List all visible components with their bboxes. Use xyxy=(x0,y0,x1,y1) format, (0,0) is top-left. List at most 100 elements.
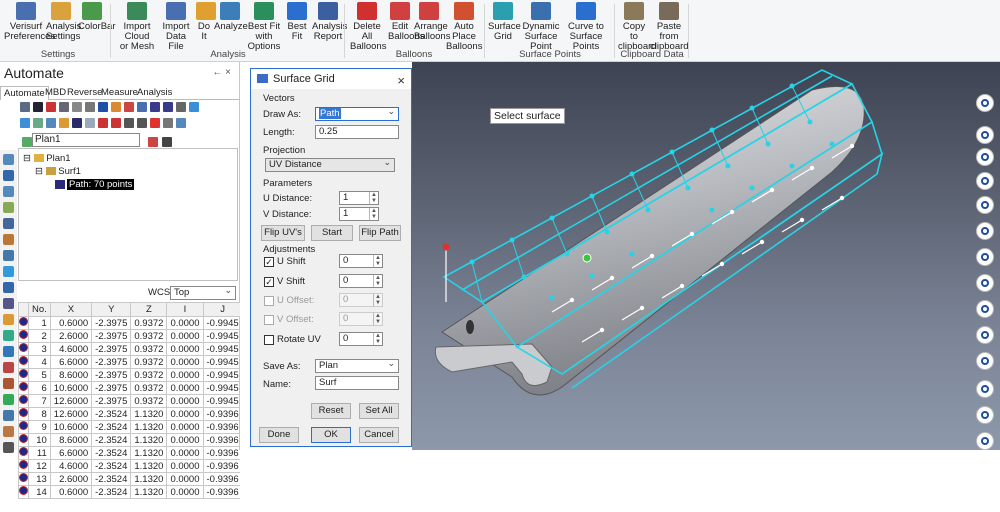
v-offset-input[interactable]: 0 ▲ ▼ xyxy=(339,312,383,326)
table-row[interactable]: 116.6000-2.35241.13200.0000-0.93960.3423 xyxy=(18,446,240,460)
best-fit-button[interactable]: Best Fit xyxy=(284,2,310,46)
view-tool-section[interactable] xyxy=(976,326,994,344)
column-header[interactable]: Y xyxy=(91,302,132,317)
table-row[interactable]: 58.6000-2.39750.93720.0000-0.99450.1050 xyxy=(18,368,240,382)
table-row[interactable]: 132.6000-2.35241.13200.0000-0.93960.3423 xyxy=(18,472,240,486)
edit-balloons-button[interactable]: Edit Balloons xyxy=(388,2,424,46)
table-row[interactable]: 910.6000-2.35241.13200.0000-0.93960.3423 xyxy=(18,420,240,434)
table-row[interactable]: 46.6000-2.39750.93720.0000-0.99450.1050 xyxy=(18,355,240,369)
view-tool-circle[interactable] xyxy=(976,148,994,166)
u-distance-input[interactable]: 1 ▲ ▼ xyxy=(339,191,379,205)
close-icon[interactable]: × xyxy=(397,71,405,91)
v-shift-checkbox[interactable]: ✓ xyxy=(264,277,274,287)
v-distance-input[interactable]: 1 ▲ ▼ xyxy=(339,207,379,221)
analysis-report-button[interactable]: Analysis Report xyxy=(312,2,347,46)
spinner-icon[interactable]: ▲ ▼ xyxy=(373,275,382,287)
reset-button[interactable]: Reset xyxy=(311,403,351,419)
tree-node-plan[interactable]: ⊟ Plan1 xyxy=(23,153,71,164)
view-tool-cube[interactable] xyxy=(976,196,994,214)
projection-select[interactable]: UV Distance xyxy=(265,156,395,172)
u-shift-checkbox[interactable]: ✓ xyxy=(264,257,274,267)
view-tool-stack[interactable] xyxy=(976,432,994,450)
view-tool-pan[interactable] xyxy=(976,126,994,144)
table-row[interactable]: 712.6000-2.39750.93720.0000-0.99450.1050 xyxy=(18,394,240,408)
auto-place-balloons-button[interactable]: Auto Place Balloons xyxy=(446,2,482,52)
view-tool-wireframe[interactable] xyxy=(976,406,994,424)
tree-node-surf[interactable]: ⊟ Surf1 xyxy=(35,166,81,177)
save-as-select[interactable]: Plan xyxy=(315,357,399,373)
view-tool-rotate[interactable] xyxy=(976,94,994,112)
table-row[interactable]: 10.6000-2.39750.93720.0000-0.99450.1050 xyxy=(18,316,240,330)
length-input[interactable]: 0.25 xyxy=(315,125,399,139)
copy-clipboard-button[interactable]: Copy to clipboard xyxy=(618,2,657,52)
ok-button[interactable]: OK xyxy=(311,427,351,443)
group-label-analysis: Analysis xyxy=(210,49,246,60)
tree-node-path[interactable]: Path: 70 points xyxy=(55,179,135,190)
column-header[interactable]: I xyxy=(166,302,204,317)
view-tool-measure[interactable] xyxy=(976,222,994,240)
table-row[interactable]: 812.6000-2.35241.13200.0000-0.93960.3423 xyxy=(18,407,240,421)
rotate-uv-input[interactable]: 0 ▲ ▼ xyxy=(339,332,383,346)
column-header[interactable]: X xyxy=(49,302,93,317)
dynamic-surface-point-button[interactable]: Dynamic Surface Point xyxy=(520,2,562,52)
view-tool-zoom[interactable] xyxy=(976,172,994,190)
column-header[interactable]: No. xyxy=(28,302,51,317)
table-row[interactable]: 140.6000-2.35241.13200.0000-0.93960.3423 xyxy=(18,485,240,499)
column-header[interactable]: Z xyxy=(130,302,168,317)
table-row[interactable]: 22.6000-2.39750.93720.0000-0.99450.1050 xyxy=(18,329,240,343)
column-header[interactable]: J xyxy=(202,302,240,317)
spinner-icon[interactable]: ▲ ▼ xyxy=(373,255,382,267)
panel-pin-close[interactable]: ← × xyxy=(212,67,231,78)
table-row[interactable]: 108.6000-2.35241.13200.0000-0.93960.3423 xyxy=(18,433,240,447)
colorbar-button[interactable]: ColorBar xyxy=(78,2,116,46)
flip-path-button[interactable]: Flip Path xyxy=(359,225,401,241)
paste-clipboard-button[interactable]: Paste from clipboard xyxy=(650,2,689,52)
best-fit-options-button[interactable]: Best Fit with Options xyxy=(246,2,282,52)
v-offset-checkbox[interactable] xyxy=(264,315,274,325)
table-cell: 4.6000 xyxy=(49,459,93,473)
import-cloud-button[interactable]: Import Cloud or Mesh xyxy=(114,2,160,52)
spinner-icon[interactable]: ▲ ▼ xyxy=(369,192,378,204)
draw-as-select[interactable]: Path xyxy=(315,105,399,121)
preferences-button[interactable]: Verisurf Preferences xyxy=(4,2,55,46)
cancel-button[interactable]: Cancel xyxy=(359,427,399,443)
curve-surface-points-button[interactable]: Curve to Surface Points xyxy=(562,2,610,52)
v-shift-input[interactable]: 0 ▲ ▼ xyxy=(339,274,383,288)
set-all-button[interactable]: Set All xyxy=(359,403,399,419)
view-tool-fit[interactable] xyxy=(976,380,994,398)
table-cell: -2.3524 xyxy=(91,485,132,499)
do-it-button[interactable]: Do It xyxy=(196,2,216,46)
view-tool-shaded[interactable] xyxy=(976,352,994,370)
u-offset-checkbox[interactable] xyxy=(264,296,274,306)
table-row[interactable]: 124.6000-2.35241.13200.0000-0.93960.3423 xyxy=(18,459,240,473)
import-data-button[interactable]: Import Data File xyxy=(160,2,192,52)
arrange-balloons-button[interactable]: Arrange Balloons xyxy=(414,2,450,46)
table-row[interactable]: 34.6000-2.39750.93720.0000-0.99450.1050 xyxy=(18,342,240,356)
u-shift-input[interactable]: 0 ▲ ▼ xyxy=(339,254,383,268)
surface-grid-dialog: Surface Grid × Vectors Draw As: Path Len… xyxy=(250,68,412,447)
start-button[interactable]: Start xyxy=(311,225,353,241)
table-row[interactable]: 610.6000-2.39750.93720.0000-0.99450.1050 xyxy=(18,381,240,395)
u-offset-input[interactable]: 0 ▲ ▼ xyxy=(339,293,383,307)
view-tool-solid[interactable] xyxy=(976,300,994,318)
analysis-settings-button[interactable]: Analysis Settings xyxy=(46,2,81,46)
point-status-icon xyxy=(18,485,29,499)
table-cell: -0.9396 xyxy=(202,459,240,473)
view-tool-layers[interactable] xyxy=(976,248,994,266)
surface-grid-button[interactable]: Surface Grid xyxy=(488,2,521,46)
spinner-icon[interactable]: ▲ ▼ xyxy=(373,333,382,345)
tab-analysis[interactable]: Analysis xyxy=(134,86,175,100)
table-cell: 0.9372 xyxy=(130,394,168,408)
rotate-uv-checkbox[interactable] xyxy=(264,335,274,345)
view-tool-box[interactable] xyxy=(976,274,994,292)
spinner-icon[interactable]: ▲ ▼ xyxy=(369,208,378,220)
name-input[interactable]: Surf xyxy=(315,376,399,390)
plan-select[interactable]: Plan1 xyxy=(32,133,140,147)
done-button[interactable]: Done xyxy=(259,427,299,443)
delete-balloons-button[interactable]: Delete All Balloons xyxy=(350,2,386,52)
point-status-icon xyxy=(18,355,29,369)
flip-uvs-button[interactable]: Flip UV's xyxy=(261,225,305,241)
column-header[interactable] xyxy=(18,302,29,317)
wcs-select[interactable]: Top xyxy=(170,284,236,300)
analyze-button[interactable]: Analyze xyxy=(214,2,248,46)
